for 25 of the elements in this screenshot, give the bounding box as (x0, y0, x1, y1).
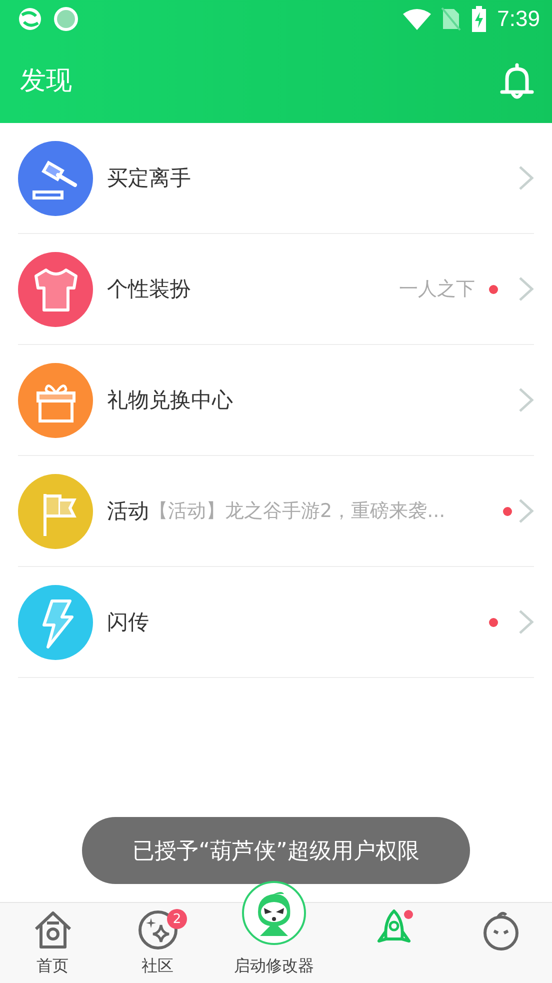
chevron-right-icon (518, 498, 534, 524)
nav-tab[interactable]: 首页 (0, 903, 105, 983)
menu-item-title[interactable]: 买定离手 (107, 164, 191, 192)
status-time: 7:39 (497, 6, 540, 32)
menu-item-title[interactable]: 个性装扮 (107, 275, 191, 303)
menu-item-hint: 一人之下 (399, 277, 475, 302)
chevron-right-icon (518, 387, 534, 413)
menu-item-title[interactable]: 闪传 (107, 608, 149, 636)
chevron-right-icon (518, 165, 534, 191)
menu-item-description: 【活动】龙之谷手游2，重磅来袭... (149, 499, 446, 524)
sparkle-circle-icon (136, 909, 178, 951)
battery-charging-icon (471, 6, 488, 32)
wifi-icon (403, 8, 432, 30)
nav-tab[interactable]: 2 社区 (105, 903, 210, 983)
chevron-right-icon (518, 609, 534, 635)
notification-badge: 2 (167, 909, 187, 929)
no-sim-icon (441, 7, 462, 31)
toast-message: 已授予“葫芦侠”超级用户权限 (82, 817, 470, 884)
app-notification-icon (17, 6, 43, 32)
page-title: 发现 (20, 65, 72, 98)
chevron-right-icon (518, 276, 534, 302)
nav-tab[interactable]: 启动修改器 (210, 881, 338, 983)
app-notification-icon (53, 6, 79, 32)
menu-item-title[interactable]: 活动 (107, 497, 149, 525)
menu-item-title[interactable]: 礼物兑换中心 (107, 386, 233, 414)
